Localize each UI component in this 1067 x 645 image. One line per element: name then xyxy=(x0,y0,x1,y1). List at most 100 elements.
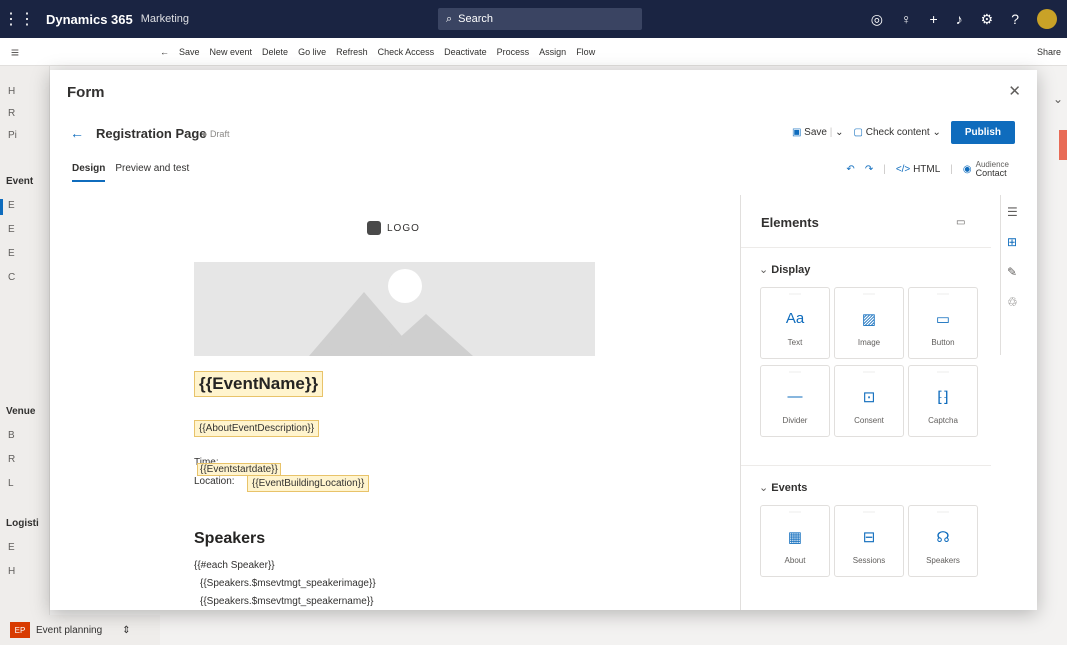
back-icon[interactable]: ← xyxy=(160,47,169,57)
cmd-refresh[interactable]: Refresh xyxy=(336,47,368,57)
nav-item-checkins[interactable]: C xyxy=(8,272,15,283)
cmd-assign[interactable]: Assign xyxy=(539,47,566,57)
html-button[interactable]: </> HTML xyxy=(896,164,940,175)
tile-divider[interactable]: ⋯⋯ — Divider xyxy=(760,365,830,437)
tab-list: Design Preview and test xyxy=(72,163,189,182)
nav-item-event-team[interactable]: E xyxy=(8,248,15,259)
tile-label: About xyxy=(784,556,806,565)
chevron-down-icon: ⌄ xyxy=(759,264,769,276)
back-arrow-icon[interactable]: ← xyxy=(70,125,84,141)
image-icon: ▨ xyxy=(861,311,877,328)
button-icon: ▭ xyxy=(935,311,951,328)
design-canvas[interactable]: LOGO {{EventName}} {{AboutEventDescripti… xyxy=(61,195,729,610)
tile-consent[interactable]: ⋯⋯ ⊡ Consent xyxy=(834,365,904,437)
command-bar: ≡ ← Save New event Delete Go live Refres… xyxy=(0,38,1067,66)
share-button[interactable]: Share xyxy=(1037,38,1061,66)
command-items: ← Save New event Delete Go live Refresh … xyxy=(160,38,595,66)
tab-preview-and-test[interactable]: Preview and test xyxy=(115,163,189,182)
document-icon: ▢ xyxy=(853,127,863,138)
drag-handle-icon: ⋯⋯ xyxy=(863,370,875,376)
theme-icon[interactable]: ✎ xyxy=(1007,265,1017,279)
nav-item-event-reg[interactable]: E xyxy=(8,224,15,235)
status-badge: ● Draft xyxy=(202,129,230,139)
tile-label: Consent xyxy=(854,416,884,425)
event-name-token[interactable]: {{EventName}} xyxy=(194,371,324,397)
tile-button[interactable]: ⋯⋯ ▭ Button xyxy=(908,287,978,359)
calendar-icon: ▦ xyxy=(787,529,803,546)
cmd-go-live[interactable]: Go live xyxy=(298,47,326,57)
target-icon[interactable]: ◎ xyxy=(871,11,883,28)
undo-icon[interactable]: ↶ xyxy=(846,164,854,175)
speaker-each-token[interactable]: {{#each Speaker}} xyxy=(194,560,275,571)
event-location-token[interactable]: {{EventBuildingLocation}} xyxy=(247,475,370,492)
tile-label: Text xyxy=(787,338,803,347)
app-launcher-icon[interactable]: ⋮⋮ xyxy=(0,9,38,29)
properties-icon[interactable]: ☰ xyxy=(1007,205,1018,219)
speaker-image-token[interactable]: {{Speakers.$msevtmgt_speakerimage}} xyxy=(200,578,376,589)
avatar[interactable] xyxy=(1037,9,1057,29)
hamburger-icon[interactable]: ≡ xyxy=(0,44,30,60)
audience-selector[interactable]: ◉ Audience Contact xyxy=(963,160,1009,178)
captcha-icon: ⁅⁆ xyxy=(937,389,949,406)
header-actions: ▣ Save | ⌄ ▢ Check content ⌄ Publish xyxy=(792,121,1015,144)
nav-item-recent[interactable]: R xyxy=(8,108,15,119)
tile-about[interactable]: ⋯⋯ ▦ About xyxy=(760,505,830,577)
nav-item-buildings[interactable]: B xyxy=(8,430,15,441)
cmd-process[interactable]: Process xyxy=(497,47,530,57)
cmd-new-event[interactable]: New event xyxy=(210,47,253,57)
close-icon[interactable]: ✕ xyxy=(1008,82,1021,100)
elements-title: Elements xyxy=(761,215,819,230)
nav-item-hotels[interactable]: H xyxy=(8,566,15,577)
chevron-down-icon[interactable]: ⌄ xyxy=(835,127,843,138)
cmd-delete[interactable]: Delete xyxy=(262,47,288,57)
tile-captcha[interactable]: ⋯⋯ ⁅⁆ Captcha xyxy=(908,365,978,437)
plus-icon[interactable]: + xyxy=(929,11,937,27)
side-pane-tab[interactable] xyxy=(1059,130,1067,160)
nav-item-home[interactable]: H xyxy=(8,86,15,97)
logo[interactable]: LOGO xyxy=(367,221,420,235)
lightbulb-icon[interactable]: ♀ xyxy=(901,11,912,27)
save-button[interactable]: ▣ Save | ⌄ xyxy=(792,127,844,138)
app-name[interactable]: Dynamics 365 xyxy=(46,12,133,27)
nav-item-events[interactable]: E xyxy=(8,200,15,211)
assistant-icon[interactable]: ♪ xyxy=(956,11,963,27)
tile-label: Image xyxy=(857,338,881,347)
tile-sessions[interactable]: ⋯⋯ ⊟ Sessions xyxy=(834,505,904,577)
area-name: Marketing xyxy=(140,13,190,25)
gear-icon[interactable]: ⚙ xyxy=(981,11,994,28)
tab-design[interactable]: Design xyxy=(72,163,106,182)
area-switcher[interactable]: EP Event planning ⇕ xyxy=(0,615,160,645)
editor-toolbar: ↶ ↷ | </> HTML | ◉ Audience Contact xyxy=(846,160,1009,178)
add-element-icon[interactable]: ⊞ xyxy=(1007,235,1017,249)
hero-image-placeholder[interactable] xyxy=(194,262,595,356)
save-label: Save xyxy=(804,127,827,138)
chevron-down-icon[interactable]: ⌄ xyxy=(1053,92,1063,106)
events-section-header[interactable]: ⌄ Events xyxy=(759,481,807,494)
speakers-heading[interactable]: Speakers xyxy=(194,530,265,548)
nav-item-layouts[interactable]: L xyxy=(8,478,14,489)
publish-button[interactable]: Publish xyxy=(950,121,1015,144)
nav-item-logistics-events[interactable]: E xyxy=(8,542,15,553)
help-icon[interactable]: ? xyxy=(1011,11,1019,27)
check-content-button[interactable]: ▢ Check content ⌄ xyxy=(854,127,941,138)
collapse-panel-icon[interactable]: ▭ xyxy=(956,217,965,228)
personalize-icon[interactable]: ♲ xyxy=(1007,295,1018,309)
nav-item-rooms[interactable]: R xyxy=(8,454,15,465)
cmd-save[interactable]: Save xyxy=(179,47,200,57)
drag-handle-icon: ⋯⋯ xyxy=(789,510,801,516)
tile-image[interactable]: ⋯⋯ ▨ Image xyxy=(834,287,904,359)
about-description-token[interactable]: {{AboutEventDescription}} xyxy=(194,420,320,437)
cmd-check-access[interactable]: Check Access xyxy=(378,47,435,57)
search-box[interactable]: ⌕ Search xyxy=(438,8,642,30)
tile-label: Speakers xyxy=(926,556,960,565)
speaker-name-token[interactable]: {{Speakers.$msevtmgt_speakername}} xyxy=(200,596,373,607)
consent-icon: ⊡ xyxy=(862,389,876,406)
cmd-deactivate[interactable]: Deactivate xyxy=(444,47,487,57)
tile-text[interactable]: ⋯⋯ Aa Text xyxy=(760,287,830,359)
tile-speakers[interactable]: ⋯⋯ ☊ Speakers xyxy=(908,505,978,577)
nav-item-pinned[interactable]: Pi xyxy=(8,130,17,141)
text-icon: Aa xyxy=(785,310,805,327)
redo-icon[interactable]: ↷ xyxy=(865,164,873,175)
cmd-flow[interactable]: Flow xyxy=(576,47,595,57)
display-section-header[interactable]: ⌄ Display xyxy=(759,263,810,276)
